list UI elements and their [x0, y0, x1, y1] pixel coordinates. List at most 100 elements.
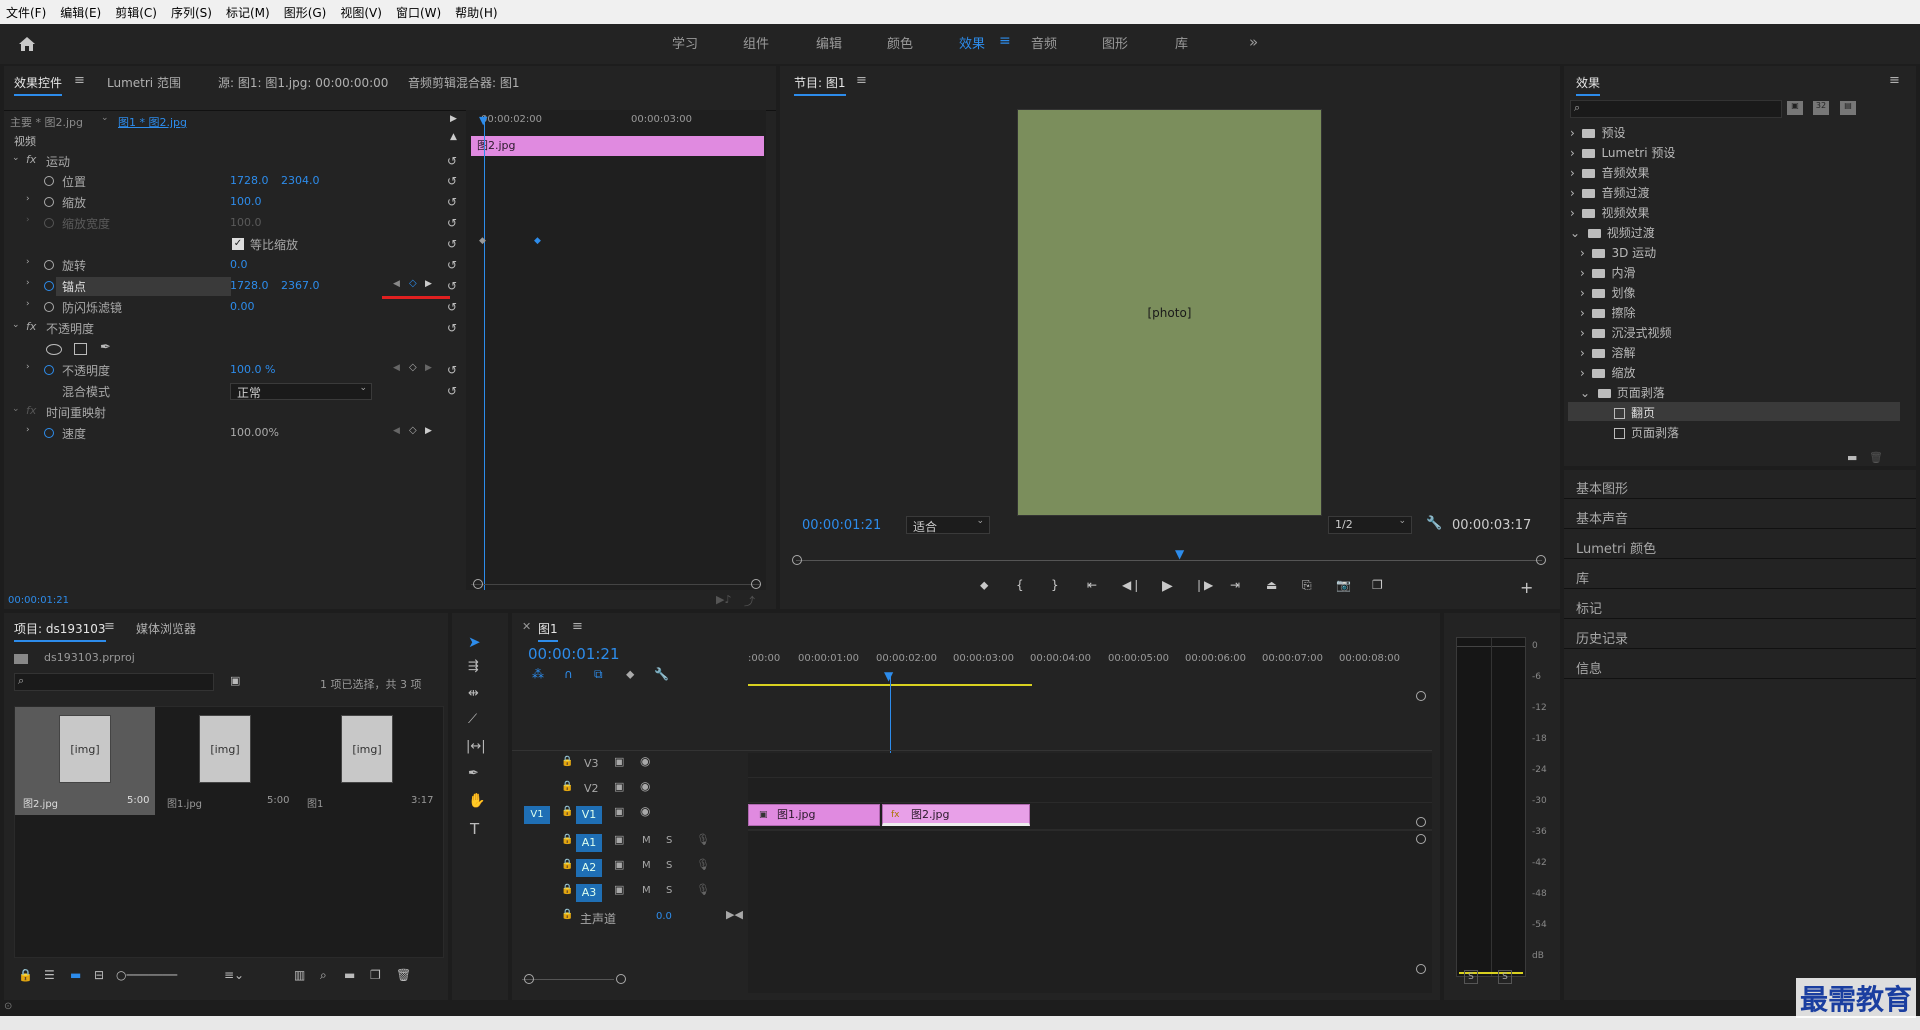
film-icon[interactable]: ▣ [614, 805, 624, 818]
tree-item-video-effects[interactable]: › 视频效果 [1570, 204, 1649, 221]
row-opacity-group[interactable]: ⌄ fx 不透明度 [4, 319, 470, 339]
zoom-handle-left[interactable] [524, 974, 534, 984]
row-uniform-scale[interactable]: ✓ 等比缩放 [4, 235, 470, 255]
play-icon[interactable]: ▶ [1162, 578, 1173, 594]
reset-icon[interactable]: ↺ [447, 279, 457, 293]
master-volume-value[interactable]: 0.0 [656, 911, 672, 922]
tree-item-video-transitions[interactable]: ⌄ 视频过渡 [1570, 224, 1655, 241]
step-forward-icon[interactable]: ❘▶ [1194, 578, 1213, 592]
panel-essential-sound[interactable]: 基本声音 [1576, 508, 1628, 527]
wrench-icon[interactable]: 🔧 [654, 667, 669, 681]
timeline-ruler[interactable]: :00:00 00:00:01:00 00:00:02:00 00:00:03:… [748, 653, 1432, 675]
zoom-handle-right[interactable] [751, 579, 761, 589]
scroll-handle[interactable] [1416, 817, 1426, 827]
accelerated-effects-icon[interactable]: ▣ [1787, 101, 1803, 115]
zoom-handle-left[interactable] [792, 555, 802, 565]
project-item-name[interactable]: 图2.jpg [23, 795, 58, 810]
workspace-tab-assembly[interactable]: 组件 [743, 33, 769, 52]
track-header-master[interactable]: 🔒 主声道 0.0 ▶◀ [512, 906, 748, 930]
reset-icon[interactable]: ↺ [447, 216, 457, 230]
tab-effect-controls[interactable]: 效果控件 [14, 74, 63, 96]
snap-icon[interactable]: ∩ [564, 667, 573, 681]
microphone-icon[interactable]: 🎙 [696, 883, 710, 896]
lock-icon[interactable]: 🔒 [561, 806, 573, 817]
home-icon[interactable] [18, 36, 36, 52]
lift-icon[interactable]: ⏏ [1266, 578, 1277, 592]
stopwatch-active-icon[interactable] [44, 281, 54, 291]
go-to-in-icon[interactable]: ⇤ [1087, 578, 1097, 592]
workspace-tab-effects[interactable]: 效果 [959, 33, 985, 52]
next-keyframe-icon[interactable]: ▶ [425, 279, 432, 289]
row-time-remap[interactable]: ⌄ fx 时间重映射 [4, 403, 470, 423]
panel-menu-icon[interactable]: ≡ [74, 73, 85, 88]
menu-clip[interactable]: 剪辑(C) [115, 4, 157, 21]
row-anti-flicker[interactable]: › 防闪烁滤镜 0.00 [4, 298, 470, 318]
timeline-tab[interactable]: 图1 [538, 620, 558, 642]
track-header-v3[interactable]: 🔒 V3 ▣ ◉ [512, 753, 748, 777]
razor-tool-icon[interactable]: ⟋ [468, 712, 477, 727]
scroll-up-icon[interactable]: ▲ [450, 132, 457, 142]
panel-menu-icon[interactable]: ≡ [104, 619, 115, 634]
reset-icon[interactable]: ↺ [447, 154, 457, 168]
microphone-icon[interactable]: 🎙 [696, 858, 710, 871]
extract-icon[interactable]: ⎘ [1302, 578, 1312, 593]
tree-item-page-turn[interactable]: 翻页 [1614, 404, 1655, 421]
find-icon[interactable]: ▣ [230, 674, 240, 687]
project-item-name[interactable]: 图1.jpg [167, 795, 202, 810]
menu-file[interactable]: 文件(F) [6, 4, 46, 21]
keyframe-icon[interactable]: ◆ [479, 236, 486, 246]
linked-selection-icon[interactable]: ⧉ [594, 667, 603, 682]
add-keyframe-icon[interactable]: ◇ [409, 425, 417, 436]
panel-menu-icon[interactable]: ≡ [572, 619, 583, 634]
timeline-clip-1[interactable]: ▣ 图1.jpg [748, 804, 880, 826]
lock-icon[interactable]: 🔒 [18, 968, 33, 982]
stopwatch-icon[interactable] [44, 197, 54, 207]
solo-left-button[interactable]: S [1464, 970, 1478, 984]
zoom-slider[interactable]: ○─────── [116, 968, 177, 982]
sort-icon[interactable]: ≡⌄ [224, 968, 244, 982]
list-view-icon[interactable]: ☰ [44, 968, 55, 982]
add-marker-icon[interactable]: ⬥ [626, 667, 634, 682]
tree-item-3d-motion[interactable]: › 3D 运动 [1580, 244, 1656, 261]
film-icon[interactable]: ▣ [614, 883, 624, 896]
scroll-handle[interactable] [1416, 691, 1426, 701]
solo-button[interactable]: S [666, 860, 672, 871]
new-item-icon[interactable]: ❐ [370, 968, 381, 982]
effect-controls-timecode[interactable]: 00:00:01:21 [8, 595, 69, 606]
reset-icon[interactable]: ↺ [447, 300, 457, 314]
reset-icon[interactable]: ↺ [447, 195, 457, 209]
film-icon[interactable]: ▣ [614, 858, 624, 871]
eye-icon[interactable]: ◉ [640, 754, 650, 768]
effects-search-input[interactable]: ⌕ [1570, 100, 1782, 118]
play-triangle-icon[interactable]: ▶ [450, 114, 457, 124]
new-bin-icon[interactable]: ▬ [344, 968, 355, 982]
resolution-select[interactable]: 1/2 ⌄ [1328, 516, 1412, 534]
type-tool-icon[interactable]: T [470, 820, 479, 838]
track-select-tool-icon[interactable]: ⇶ [468, 659, 479, 674]
program-monitor-title[interactable]: 节目: 图1 [794, 74, 846, 96]
row-blend-mode[interactable]: 混合模式 正常 ⌄ [4, 382, 470, 402]
track-header-a2[interactable]: 🔒 A2 ▣ M S 🎙 [512, 856, 748, 880]
tab-audio-clip-mixer[interactable]: 音频剪辑混合器: 图1 [408, 74, 520, 91]
eye-icon[interactable]: ◉ [640, 779, 650, 793]
lock-icon[interactable]: 🔒 [561, 909, 573, 920]
effects-panel-title[interactable]: 效果 [1576, 74, 1601, 96]
pen-mask-icon[interactable]: ✒ [100, 340, 111, 355]
timeline-clip-2[interactable]: fx 图2.jpg [882, 804, 1030, 826]
prev-keyframe-icon[interactable]: ◀ [393, 426, 400, 436]
chevron-down-icon[interactable]: ⌄ [101, 113, 109, 123]
lock-icon[interactable]: 🔒 [561, 756, 573, 767]
stopwatch-icon[interactable] [44, 176, 54, 186]
workspace-tab-graphics[interactable]: 图形 [1102, 33, 1128, 52]
next-keyframe-icon[interactable]: ▶ [425, 363, 432, 373]
row-anchor-point[interactable]: › 锚点 1728.0 2367.0 ◀ ◇ ▶ [4, 277, 470, 299]
film-icon[interactable]: ▣ [614, 780, 624, 793]
reset-icon[interactable]: ↺ [447, 384, 457, 398]
step-back-icon[interactable]: ◀❘ [1122, 578, 1141, 592]
track-area[interactable]: ▣ 图1.jpg fx 图2.jpg [748, 753, 1432, 993]
ellipse-mask-icon[interactable] [46, 344, 62, 355]
tree-item-slide[interactable]: › 内滑 [1580, 264, 1635, 281]
slip-tool-icon[interactable]: |↔| [466, 739, 486, 754]
panel-essential-graphics[interactable]: 基本图形 [1576, 478, 1628, 497]
hamburger-icon[interactable]: ≡ [999, 33, 1011, 49]
